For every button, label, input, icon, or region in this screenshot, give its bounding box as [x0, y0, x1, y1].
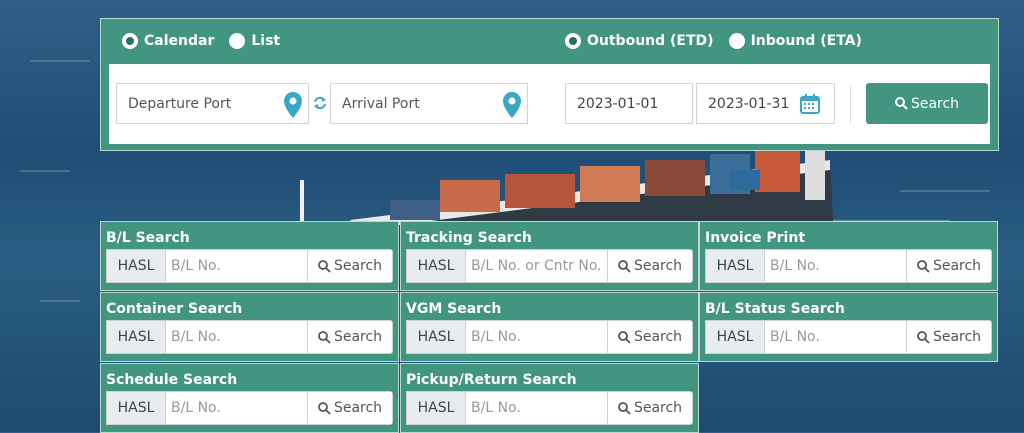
- container-search-title: Container Search: [106, 301, 243, 317]
- bl-search-card: B/L Search HASL B/L No. Search: [100, 221, 399, 291]
- date-to-value: 2023-01-31: [708, 95, 790, 112]
- invoice-print-title: Invoice Print: [705, 230, 806, 246]
- pickup-return-search-input-group: HASL B/L No. Search: [406, 391, 693, 425]
- search-button-label: Search: [333, 329, 383, 345]
- tracking-search-input-group: HASL B/L No. or Cntr No. Search: [406, 249, 693, 283]
- search-icon: [318, 330, 331, 344]
- inbound-radio-label: Inbound (ETA): [750, 33, 862, 49]
- vgm-search-input[interactable]: B/L No.: [466, 320, 607, 354]
- hasl-prefix: HASL: [406, 320, 466, 354]
- tracking-search-button[interactable]: Search: [607, 249, 693, 283]
- departure-port-placeholder: Departure Port: [128, 95, 232, 112]
- inbound-radio[interactable]: Inbound (ETA): [728, 33, 862, 49]
- container-search-button[interactable]: Search: [307, 320, 393, 354]
- schedule-search-input-group: HASL B/L No. Search: [106, 391, 393, 425]
- search-button-label: Search: [333, 400, 383, 416]
- tracking-search-card: Tracking Search HASL B/L No. or Cntr No. Se…: [400, 221, 699, 291]
- bl-search-button[interactable]: Search: [307, 249, 393, 283]
- hasl-prefix: HASL: [106, 391, 166, 425]
- search-button-label: Search: [633, 258, 683, 274]
- search-button-label: Search: [333, 258, 383, 274]
- schedule-form: Departure Port Arrival Port 2023-01-01 2…: [109, 64, 990, 144]
- invoice-print-input-group: HASL B/L No. Search: [705, 249, 992, 283]
- bl-search-input[interactable]: B/L No.: [166, 249, 307, 283]
- pickup-return-search-title: Pickup/Return Search: [406, 372, 577, 388]
- schedule-panel: Calendar List Outbound (ETD) Inbound (ET…: [100, 18, 999, 151]
- hasl-prefix: HASL: [705, 320, 765, 354]
- location-pin-icon[interactable]: [503, 92, 521, 118]
- outbound-radio-label: Outbound (ETD): [587, 33, 714, 49]
- vgm-search-input-group: HASL B/L No. Search: [406, 320, 693, 354]
- radio-unselected-icon: [728, 33, 745, 49]
- vgm-search-title: VGM Search: [406, 301, 502, 317]
- bl-search-title: B/L Search: [106, 230, 190, 246]
- pickup-return-search-button[interactable]: Search: [607, 391, 693, 425]
- schedule-search-button[interactable]: Search: [307, 391, 393, 425]
- radio-selected-icon: [122, 33, 138, 49]
- bl-status-search-input[interactable]: B/L No.: [765, 320, 906, 354]
- hasl-prefix: HASL: [705, 249, 765, 283]
- vgm-search-button[interactable]: Search: [607, 320, 693, 354]
- search-button-label: Search: [932, 258, 982, 274]
- outbound-radio[interactable]: Outbound (ETD): [565, 33, 714, 49]
- divider: [850, 85, 851, 124]
- departure-port-input[interactable]: Departure Port: [116, 83, 309, 124]
- pickup-return-search-card: Pickup/Return Search HASL B/L No. Search: [400, 363, 699, 433]
- list-radio[interactable]: List: [229, 33, 280, 49]
- hasl-prefix: HASL: [406, 249, 466, 283]
- hasl-prefix: HASL: [106, 249, 166, 283]
- bl-status-search-card: B/L Status Search HASL B/L No. Search: [699, 292, 998, 362]
- date-to-input[interactable]: 2023-01-31: [696, 83, 835, 124]
- arrival-port-input[interactable]: Arrival Port: [330, 83, 528, 124]
- calendar-icon[interactable]: [800, 94, 820, 114]
- container-search-input[interactable]: B/L No.: [166, 320, 307, 354]
- schedule-search-button[interactable]: Search: [866, 83, 988, 124]
- calendar-radio-label: Calendar: [144, 33, 215, 49]
- container-search-input-group: HASL B/L No. Search: [106, 320, 393, 354]
- search-icon: [917, 259, 930, 273]
- search-button-label: Search: [633, 400, 683, 416]
- schedule-search-input[interactable]: B/L No.: [166, 391, 307, 425]
- tracking-search-title: Tracking Search: [406, 230, 532, 246]
- search-icon: [318, 401, 331, 415]
- radio-unselected-icon: [229, 33, 246, 49]
- bl-status-search-button[interactable]: Search: [906, 320, 992, 354]
- search-button-label: Search: [633, 329, 683, 345]
- arrival-port-placeholder: Arrival Port: [342, 95, 420, 112]
- container-search-card: Container Search HASL B/L No. Search: [100, 292, 399, 362]
- vgm-search-card: VGM Search HASL B/L No. Search: [400, 292, 699, 362]
- search-icon: [618, 401, 631, 415]
- date-from-value: 2023-01-01: [577, 95, 659, 112]
- view-mode-radio-group: Calendar List: [122, 33, 295, 49]
- direction-radio-group: Outbound (ETD) Inbound (ETA): [565, 33, 877, 49]
- invoice-print-button[interactable]: Search: [906, 249, 992, 283]
- location-pin-icon[interactable]: [284, 92, 302, 118]
- schedule-search-label: Search: [910, 95, 960, 112]
- hasl-prefix: HASL: [106, 320, 166, 354]
- swap-icon[interactable]: [313, 96, 327, 110]
- radio-selected-icon: [565, 33, 581, 49]
- search-button-label: Search: [932, 329, 982, 345]
- schedule-search-card: Schedule Search HASL B/L No. Search: [100, 363, 399, 433]
- invoice-print-card: Invoice Print HASL B/L No. Search: [699, 221, 998, 291]
- tracking-search-input[interactable]: B/L No. or Cntr No.: [466, 249, 607, 283]
- search-icon: [618, 259, 631, 273]
- bl-status-search-input-group: HASL B/L No. Search: [705, 320, 992, 354]
- search-icon: [917, 330, 930, 344]
- date-from-input[interactable]: 2023-01-01: [565, 83, 693, 124]
- list-radio-label: List: [251, 33, 281, 49]
- invoice-print-input[interactable]: B/L No.: [765, 249, 906, 283]
- pickup-return-search-input[interactable]: B/L No.: [466, 391, 607, 425]
- search-icon: [894, 97, 908, 110]
- schedule-search-title: Schedule Search: [106, 372, 238, 388]
- search-icon: [618, 330, 631, 344]
- bl-status-search-title: B/L Status Search: [705, 301, 845, 317]
- hasl-prefix: HASL: [406, 391, 466, 425]
- search-icon: [318, 259, 331, 273]
- calendar-radio[interactable]: Calendar: [122, 33, 214, 49]
- bl-search-input-group: HASL B/L No. Search: [106, 249, 393, 283]
